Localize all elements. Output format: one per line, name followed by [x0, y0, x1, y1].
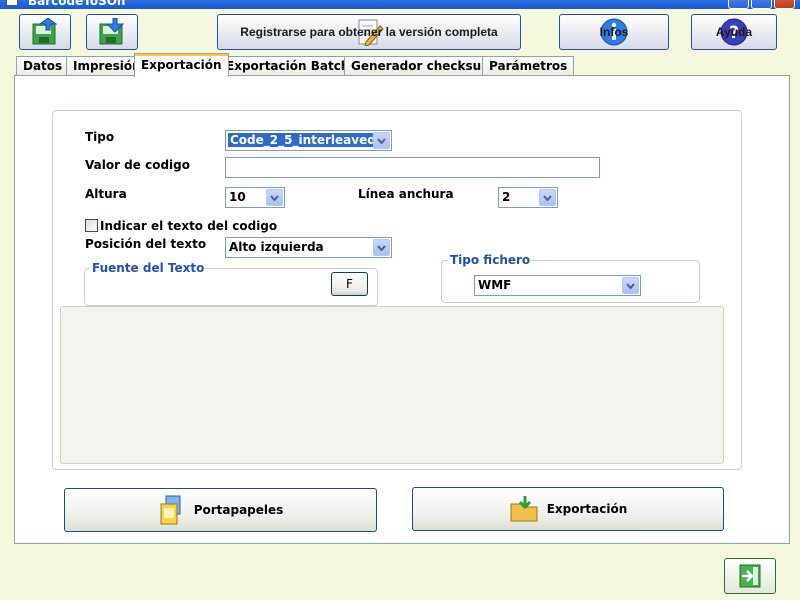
posicion-value: Alto izquierda — [229, 240, 324, 254]
title-bar: BarcodeToSOn — [0, 0, 800, 9]
register-label: Registrarse para obtener la versión comp… — [240, 25, 498, 39]
tab-exportacion-batch[interactable]: Exportación Batch — [219, 56, 357, 76]
minimize-button[interactable] — [728, 0, 749, 9]
altura-select[interactable]: 10 — [225, 187, 285, 208]
posicion-select[interactable]: Alto izquierda — [225, 237, 392, 258]
chevron-down-icon[interactable] — [622, 277, 639, 294]
clipboard-label: Portapapeles — [193, 503, 284, 517]
open-button[interactable] — [19, 14, 71, 50]
app-icon — [6, 0, 18, 6]
altura-value: 10 — [229, 190, 246, 204]
export-button[interactable]: Exportación — [412, 487, 724, 531]
tipo-fichero-legend: Tipo fichero — [448, 253, 533, 267]
clipboard-button[interactable]: Portapapeles — [64, 488, 377, 532]
posicion-label: Posición del texto — [85, 237, 207, 251]
fuente-legend: Fuente del Texto — [90, 261, 207, 275]
open-file-icon — [32, 18, 58, 45]
valor-label: Valor de codigo — [85, 158, 190, 172]
chevron-down-icon[interactable] — [266, 189, 283, 206]
tipo-fichero-select[interactable]: WMF — [474, 275, 641, 296]
tipo-value: Code_2_5_interleaved — [228, 133, 378, 147]
close-button[interactable] — [774, 0, 795, 9]
chevron-down-icon[interactable] — [373, 132, 390, 149]
indicar-texto-label[interactable]: Indicar el texto del codigo — [100, 219, 277, 233]
maximize-button[interactable] — [751, 0, 772, 9]
linea-anchura-label: Línea anchura — [358, 187, 454, 201]
tipo-select[interactable]: Code_2_5_interleaved — [225, 130, 392, 151]
valor-input[interactable] — [225, 157, 600, 178]
indicar-texto-checkbox[interactable] — [85, 219, 98, 232]
chevron-down-icon[interactable] — [539, 189, 556, 206]
help-button[interactable]: ? Ayuda — [691, 14, 777, 50]
exit-door-icon — [739, 564, 761, 588]
window-title: BarcodeToSOn — [28, 0, 126, 8]
clipboard-icon — [160, 495, 181, 525]
register-button[interactable]: Registrarse para obtener la versión comp… — [217, 14, 521, 50]
linea-anchura-value: 2 — [502, 190, 511, 204]
export-folder-icon — [510, 496, 538, 522]
barcode-preview-area — [60, 306, 724, 464]
linea-anchura-select[interactable]: 2 — [498, 187, 558, 208]
exit-button[interactable] — [724, 558, 776, 594]
tab-exportacion[interactable]: Exportación — [134, 53, 229, 77]
info-button[interactable]: Infos — [559, 14, 669, 50]
info-label: Infos — [599, 25, 629, 39]
save-button[interactable] — [86, 14, 138, 50]
tipo-label: Tipo — [85, 130, 115, 144]
help-label: Ayuda — [715, 25, 753, 39]
export-label: Exportación — [546, 502, 628, 516]
font-button[interactable]: F — [331, 272, 368, 296]
chevron-down-icon[interactable] — [373, 239, 390, 256]
tab-generador-checksum[interactable]: Generador checksum — [344, 56, 501, 76]
tipo-fichero-value: WMF — [478, 278, 512, 292]
save-file-icon — [99, 18, 125, 45]
altura-label: Altura — [85, 187, 127, 201]
tab-datos[interactable]: Datos — [16, 56, 70, 76]
tab-parametros[interactable]: Parámetros — [482, 56, 575, 76]
